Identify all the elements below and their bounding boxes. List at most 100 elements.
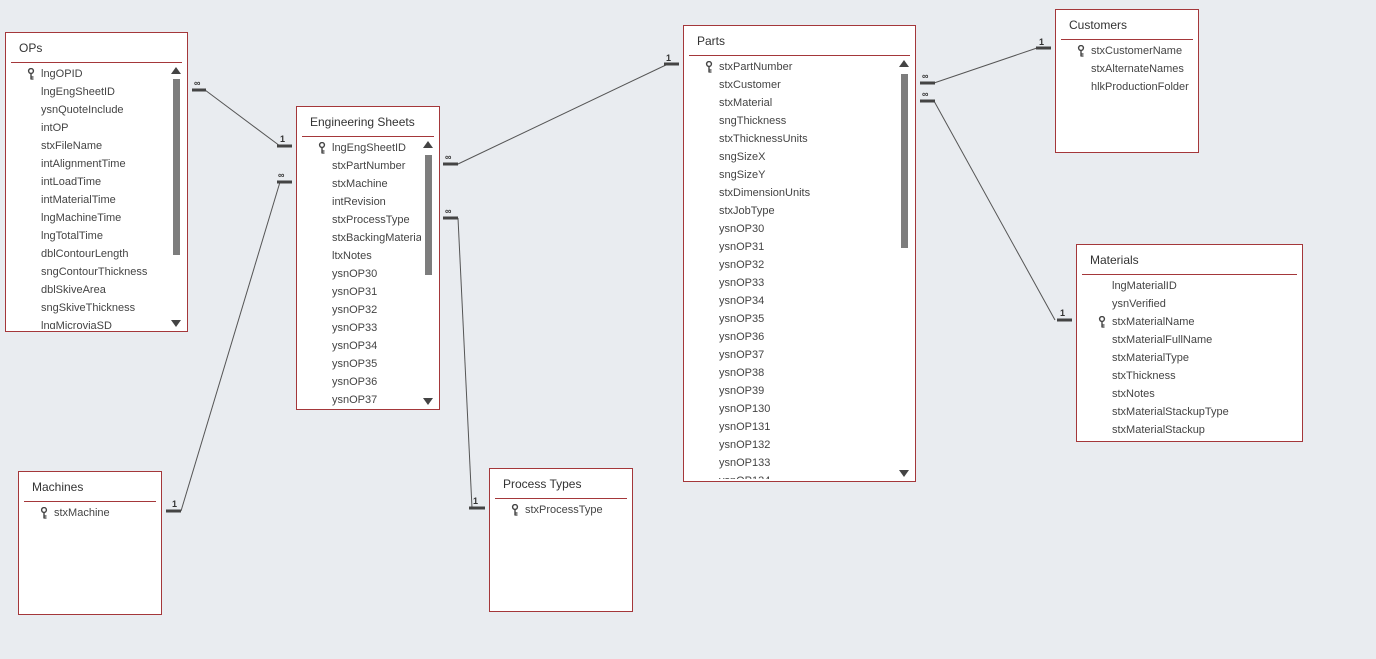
field-row[interactable]: ysnOP34 [719,292,764,310]
field-row[interactable]: ysnOP36 [719,328,764,346]
field-row[interactable]: dblContourLength [41,245,128,263]
field-row[interactable]: ysnOP37 [332,391,377,407]
field-row[interactable]: stxMaterialFullName [1112,331,1212,349]
field-row[interactable]: ysnOP32 [719,256,764,274]
field-row[interactable]: stxDimensionUnits [719,184,810,202]
field-row[interactable]: ltxNotes [332,247,372,265]
field-row[interactable]: dblSkiveArea [41,281,106,299]
field-row[interactable]: ysnOP132 [719,436,770,454]
scrollbar[interactable] [169,65,183,329]
field-row[interactable]: ysnOP31 [332,283,377,301]
field-row[interactable]: stxMaterialType [1112,349,1189,367]
field-row[interactable]: lngMachineTime [41,209,121,227]
scroll-thumb[interactable] [425,155,432,275]
field-row[interactable]: ysnQuoteInclude [41,101,124,119]
field-row[interactable]: ysnOP32 [332,301,377,319]
field-row[interactable]: ysnOP33 [332,319,377,337]
field-row[interactable]: sngSizeY [719,166,765,184]
field-row[interactable]: lngMicroviaSD [41,317,112,329]
field-row[interactable]: ysnOP35 [332,355,377,373]
field-row[interactable]: stxNotes [1112,385,1155,403]
field-row[interactable]: stxMaterialStackup [1112,421,1205,439]
field-list[interactable]: lngOPID lngEngSheetID ysnQuoteInclude intOP… [6,63,187,329]
field-row[interactable]: ysnVerified [1112,295,1166,313]
field-row[interactable]: lngMaterialID [1112,277,1177,295]
table-title[interactable]: Machines [32,480,83,494]
scroll-up-arrow-icon[interactable] [899,60,909,67]
field-row[interactable]: stxPartNumber [719,58,792,76]
field-row[interactable]: ysnOP31 [719,238,764,256]
field-row[interactable]: hlkProductionFolder [1091,78,1189,96]
scroll-thumb[interactable] [901,74,908,248]
field-row[interactable]: intRevision [332,193,386,211]
table-customers[interactable]: Customers stxCustomerName stxAlternateNam… [1055,9,1199,153]
field-row[interactable]: ysnOP30 [719,220,764,238]
field-row[interactable]: ysnOP36 [332,373,377,391]
field-list[interactable]: stxCustomerName stxAlternateNames hlkProdu… [1056,40,1196,150]
scroll-thumb[interactable] [173,79,180,255]
table-title[interactable]: Customers [1069,18,1127,32]
field-row[interactable]: ysnOP35 [719,310,764,328]
field-row[interactable]: stxMaterialName [1112,313,1195,331]
field-row[interactable]: stxThickness [1112,367,1176,385]
table-title[interactable]: Engineering Sheets [310,115,415,129]
field-row[interactable]: stxJobType [719,202,775,220]
table-engineering-sheets[interactable]: Engineering Sheets lngEngSheetID stxPartN… [296,106,440,410]
field-row[interactable]: sngThickness [719,112,786,130]
scrollbar[interactable] [897,58,911,479]
table-ops[interactable]: OPs lngOPID lngEngSheetID ysnQuoteInclude i… [5,32,188,332]
field-row[interactable]: ysnOP131 [719,418,770,436]
table-process-types[interactable]: Process Types stxProcessType [489,468,633,612]
field-list[interactable]: stxMachine [19,502,161,612]
field-list[interactable]: lngMaterialID ysnVerified stxMaterialName s… [1077,275,1302,439]
field-row[interactable]: intAlignmentTime [41,155,126,173]
field-row[interactable]: ysnOP133 [719,454,770,472]
field-list[interactable]: stxPartNumber stxCustomer stxMaterial sngTh… [684,56,915,479]
field-row[interactable]: ysnOP30 [332,265,377,283]
table-title[interactable]: Parts [697,34,725,48]
field-row[interactable]: ysnOP33 [719,274,764,292]
field-row[interactable]: stxMachine [54,504,110,522]
scroll-down-arrow-icon[interactable] [171,320,181,327]
field-row[interactable]: lngEngSheetID [41,83,115,101]
field-row[interactable]: stxMaterialStackupType [1112,403,1229,421]
field-row[interactable]: lngTotalTime [41,227,103,245]
field-row[interactable]: stxProcessType [332,211,410,229]
field-row[interactable]: lngOPID [41,65,83,83]
field-row[interactable]: ysnOP38 [719,364,764,382]
field-list[interactable]: lngEngSheetID stxPartNumber stxMachine intR… [297,137,421,407]
field-row[interactable]: stxThicknessUnits [719,130,808,148]
field-row[interactable]: stxAlternateNames [1091,60,1184,78]
field-row[interactable]: stxMaterial [719,94,772,112]
field-row[interactable]: sngSkiveThickness [41,299,135,317]
scrollbar[interactable] [421,139,435,407]
scroll-up-arrow-icon[interactable] [423,141,433,148]
table-title[interactable]: OPs [19,41,42,55]
field-row[interactable]: stxFileName [41,137,102,155]
field-row[interactable]: ysnOP130 [719,400,770,418]
table-title[interactable]: Materials [1090,253,1139,267]
table-machines[interactable]: Machines stxMachine [18,471,162,615]
field-row[interactable]: stxBackingMaterial [332,229,421,247]
table-parts[interactable]: Parts stxPartNumber stxCustomer stxMateria… [683,25,916,482]
field-row[interactable]: stxProcessType [525,501,603,519]
table-title[interactable]: Process Types [503,477,581,491]
field-row[interactable]: intOP [41,119,69,137]
scroll-up-arrow-icon[interactable] [171,67,181,74]
field-row[interactable]: intLoadTime [41,173,101,191]
field-row[interactable]: lngEngSheetID [332,139,406,157]
field-row[interactable]: sngSizeX [719,148,765,166]
field-row[interactable]: sngContourThickness [41,263,147,281]
field-row[interactable]: intMaterialTime [41,191,116,209]
scroll-down-arrow-icon[interactable] [899,470,909,477]
field-row[interactable]: stxCustomerName [1091,42,1182,60]
field-row[interactable]: ysnOP34 [332,337,377,355]
field-row[interactable]: ysnOP39 [719,382,764,400]
field-row[interactable]: ysnOP37 [719,346,764,364]
table-materials[interactable]: Materials lngMaterialID ysnVerified stxMat… [1076,244,1303,442]
scroll-down-arrow-icon[interactable] [423,398,433,405]
field-row[interactable]: ysnOP134 [719,472,770,479]
field-row[interactable]: stxMachine [332,175,388,193]
field-list[interactable]: stxProcessType [490,499,632,609]
field-row[interactable]: stxCustomer [719,76,781,94]
